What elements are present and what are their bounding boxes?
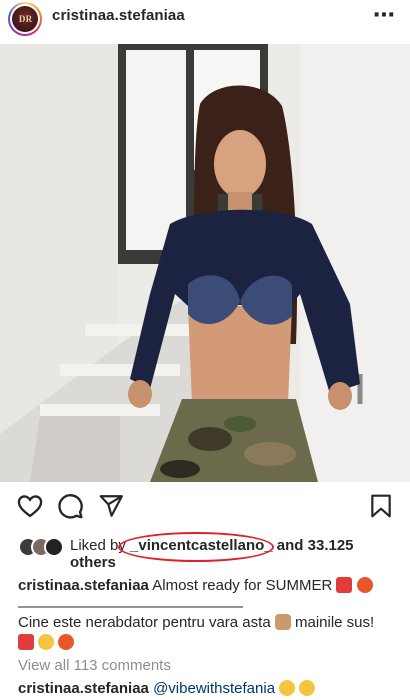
likes-row[interactable]: Liked by _vincentcastellano_ and 33.125 … xyxy=(0,532,410,572)
share-icon[interactable] xyxy=(98,492,124,520)
caption-line2-text: Cine este nerabdator pentru vara asta xyxy=(18,614,271,631)
caption-line2-suffix: mainile sus! xyxy=(295,614,375,631)
likes-others[interactable]: others xyxy=(70,554,116,571)
caption-line2: Cine este nerabdator pentru vara asta ma… xyxy=(18,613,403,653)
caption-text: Almost ready for SUMMER xyxy=(152,577,333,594)
bookmark-icon[interactable] xyxy=(368,492,394,520)
post-photo[interactable] xyxy=(0,44,410,482)
avatar-initials: D R xyxy=(12,6,38,32)
post-username[interactable]: cristinaa.stefaniaa xyxy=(52,7,185,24)
likes-suffix: and 33.125 xyxy=(276,537,354,554)
more-icon[interactable]: ⋯ xyxy=(373,2,396,28)
post-image xyxy=(0,44,410,482)
caption: cristinaa.stefaniaa Almost ready for SUM… xyxy=(18,576,398,596)
comment-mention[interactable]: @vibewithstefania xyxy=(153,680,275,697)
action-bar xyxy=(0,492,410,522)
raised-hands-emoji-icon xyxy=(274,614,291,630)
heart-fire-emoji-icon xyxy=(356,577,373,593)
view-all-comments-link[interactable]: View all 113 comments xyxy=(18,657,171,674)
liker-avatars xyxy=(18,537,66,557)
red-highlight-circle xyxy=(118,532,274,562)
heart-eyes-emoji-icon xyxy=(299,680,316,696)
heart-fire-emoji-icon xyxy=(58,634,75,650)
comment-row: cristinaa.stefaniaa @vibewithstefania xyxy=(18,680,316,697)
heart-icon[interactable] xyxy=(16,492,44,520)
caption-username[interactable]: cristinaa.stefaniaa xyxy=(18,577,149,594)
heart-eyes-emoji-icon xyxy=(279,680,296,696)
siren-emoji-icon xyxy=(18,634,34,650)
comment-icon[interactable] xyxy=(56,492,84,520)
comment-username[interactable]: cristinaa.stefaniaa xyxy=(18,680,149,697)
siren-emoji-icon xyxy=(336,577,353,593)
profile-avatar[interactable]: D R xyxy=(8,2,42,36)
post-header: D R cristinaa.stefaniaa ⋯ xyxy=(0,0,410,36)
shushing-face-emoji-icon xyxy=(38,634,55,650)
avatar xyxy=(44,537,64,557)
